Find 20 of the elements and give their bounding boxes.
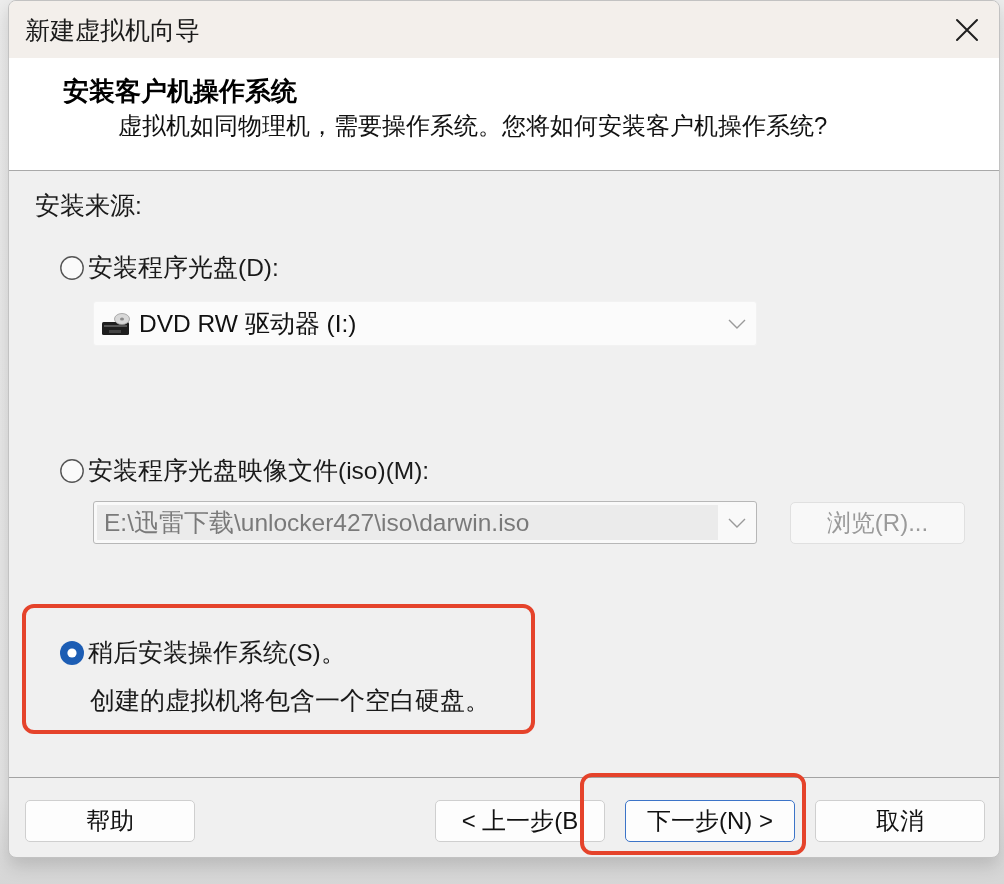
window-title: 新建虚拟机向导 <box>25 14 200 46</box>
chevron-down-icon <box>728 517 746 528</box>
radio-button[interactable] <box>60 459 84 483</box>
cancel-button[interactable]: 取消 <box>815 800 985 842</box>
drive-dropdown[interactable]: DVD RW 驱动器 (I:) <box>93 301 757 346</box>
help-button[interactable]: 帮助 <box>25 800 195 842</box>
radio-button[interactable] <box>60 641 84 665</box>
option-description: 创建的虚拟机将包含一个空白硬盘。 <box>90 686 490 716</box>
radio-button[interactable] <box>60 256 84 280</box>
page-title: 安装客户机操作系统 <box>63 75 297 107</box>
section-label: 安装来源: <box>35 191 142 221</box>
radio-label[interactable]: 安装程序光盘映像文件(iso)(M): <box>88 456 430 486</box>
page-subtitle: 虚拟机如同物理机，需要操作系统。您将如何安装客户机操作系统? <box>118 111 828 141</box>
back-button[interactable]: < 上一步(B <box>435 800 605 842</box>
disc-drive-icon <box>101 310 131 337</box>
next-button[interactable]: 下一步(N) > <box>625 800 795 842</box>
chevron-down-icon <box>728 318 746 329</box>
radio-label[interactable]: 稍后安装操作系统(S)。 <box>88 638 346 668</box>
radio-label[interactable]: 安装程序光盘(D): <box>88 253 279 283</box>
close-icon <box>955 17 979 42</box>
